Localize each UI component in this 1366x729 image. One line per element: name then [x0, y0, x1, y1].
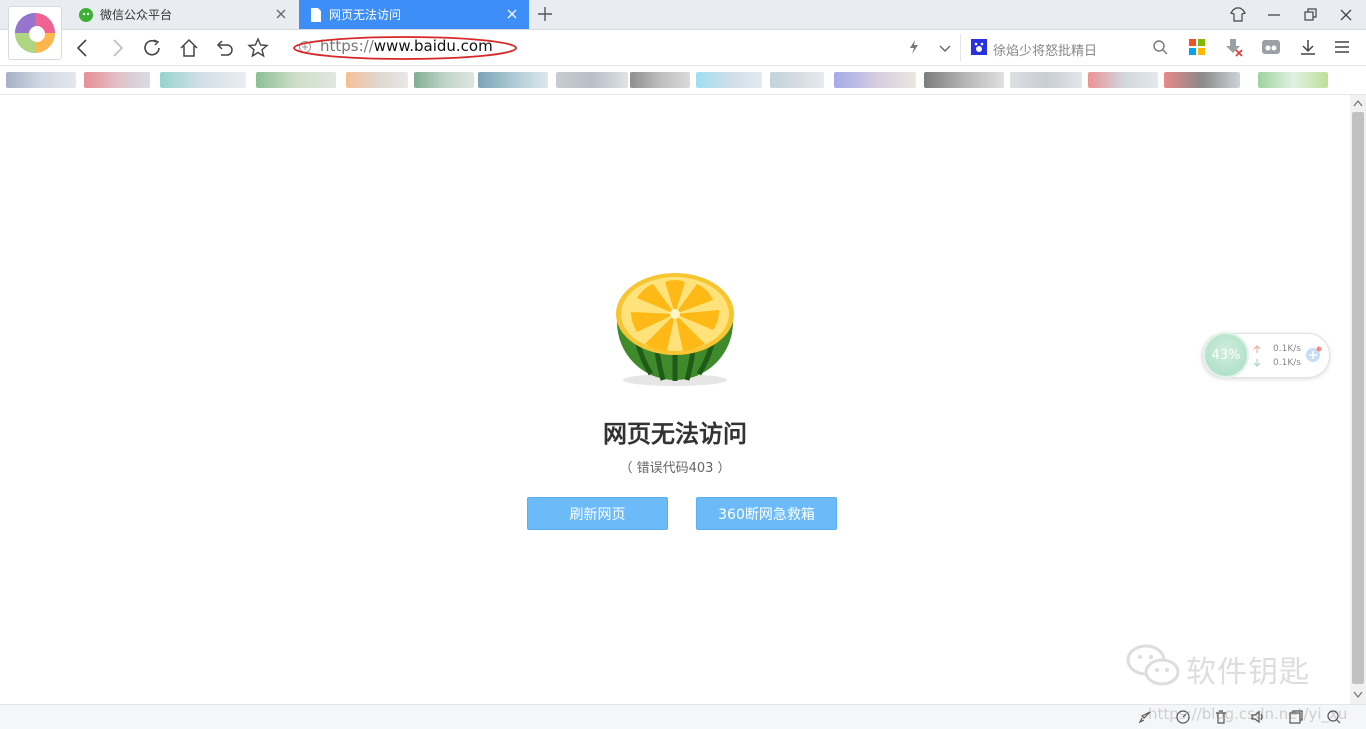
network-rescue-button[interactable]: 360断网急救箱	[696, 497, 837, 530]
bookmark-item[interactable]	[6, 72, 76, 88]
download-arrow-icon	[1253, 359, 1261, 367]
forward-button[interactable]	[106, 37, 128, 59]
bookmark-item[interactable]	[924, 72, 1004, 88]
reload-button[interactable]	[141, 37, 163, 59]
watermark-text: 软件钥匙	[1186, 655, 1310, 690]
bookmark-item[interactable]	[630, 72, 690, 88]
wechat-watermark-icon	[1126, 644, 1180, 686]
skin-icon[interactable]	[1228, 5, 1248, 25]
ad-block-icon[interactable]	[1224, 37, 1244, 57]
menu-icon[interactable]	[1333, 38, 1351, 56]
scroll-down-arrow-icon[interactable]	[1352, 690, 1364, 700]
bookmark-item[interactable]	[1010, 72, 1082, 88]
download-icon[interactable]	[1299, 38, 1317, 56]
refresh-button[interactable]: 刷新网页	[527, 497, 668, 530]
error-code: （ 错误代码403 ）	[619, 461, 731, 476]
volume-icon[interactable]	[1250, 709, 1266, 725]
speedup-plus-icon[interactable]	[1304, 346, 1322, 364]
window-icon[interactable]	[1288, 709, 1304, 725]
extension-icon[interactable]	[1261, 38, 1281, 56]
close-window-button[interactable]	[1336, 5, 1356, 25]
bookmark-item[interactable]	[770, 72, 824, 88]
speed-gauge-icon[interactable]	[1175, 709, 1191, 725]
close-tab-icon[interactable]	[274, 7, 288, 21]
tab-error-page[interactable]: 网页无法访问	[299, 0, 529, 29]
search-icon[interactable]	[1152, 39, 1168, 55]
tab-wechat[interactable]: 微信公众平台	[68, 0, 298, 29]
lightning-icon[interactable]	[906, 39, 922, 55]
bookmark-item[interactable]	[696, 72, 762, 88]
error-title: 网页无法访问	[603, 420, 747, 448]
bookmark-item[interactable]	[1164, 72, 1240, 88]
browser-logo[interactable]	[8, 6, 62, 60]
tab-label: 微信公众平台	[100, 8, 173, 22]
upload-arrow-icon	[1253, 345, 1261, 353]
bookmark-item[interactable]	[256, 72, 336, 88]
chevron-down-icon[interactable]	[937, 40, 953, 56]
trash-icon[interactable]	[1213, 709, 1229, 725]
favorite-star-button[interactable]	[247, 37, 269, 59]
scrollbar-thumb[interactable]	[1352, 112, 1364, 684]
download-speed: 0.1K/s	[1273, 358, 1301, 368]
memory-gauge[interactable]: 43%	[1203, 332, 1249, 378]
bookmark-item[interactable]	[1258, 72, 1328, 88]
restore-button[interactable]	[1300, 5, 1320, 25]
bookmark-item[interactable]	[1088, 72, 1158, 88]
search-input[interactable]: 徐焰少将怒批精日	[993, 40, 1097, 59]
zoom-icon[interactable]	[1326, 709, 1342, 725]
page-icon	[311, 7, 321, 22]
bookmark-item[interactable]	[84, 72, 150, 88]
watermelon-lemon-icon	[616, 273, 734, 386]
undo-close-button[interactable]	[213, 37, 235, 59]
tab-label: 网页无法访问	[329, 8, 402, 22]
browser-logo-icon	[15, 13, 55, 53]
rocket-icon[interactable]	[1137, 709, 1153, 725]
apps-icon[interactable]	[1188, 38, 1206, 56]
baidu-paw-icon	[971, 39, 987, 55]
scroll-up-arrow-icon[interactable]	[1352, 98, 1364, 108]
bookmark-item[interactable]	[346, 72, 408, 88]
back-button[interactable]	[72, 37, 94, 59]
close-tab-icon[interactable]	[505, 7, 519, 21]
wechat-icon	[79, 7, 93, 22]
bookmark-item[interactable]	[556, 72, 628, 88]
upload-speed: 0.1K/s	[1273, 344, 1301, 354]
minimize-button[interactable]	[1264, 5, 1284, 25]
home-button[interactable]	[178, 37, 200, 59]
new-tab-button[interactable]	[535, 4, 555, 24]
bookmark-item[interactable]	[160, 72, 246, 88]
bookmark-item[interactable]	[414, 72, 474, 88]
highlight-ellipse	[293, 36, 517, 60]
bookmark-item[interactable]	[834, 72, 916, 88]
bookmark-item[interactable]	[478, 72, 548, 88]
